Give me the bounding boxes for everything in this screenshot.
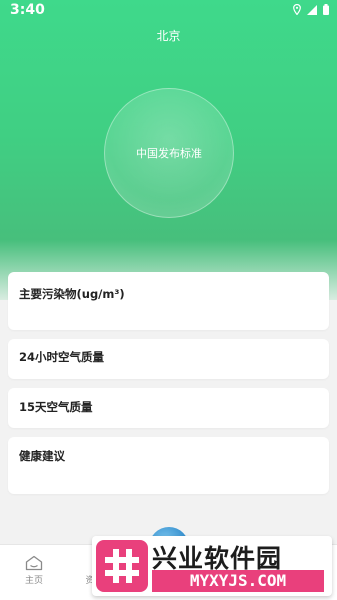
tab-home-label: 主页	[24, 576, 43, 586]
home-icon	[25, 555, 43, 571]
standard-label: 中国发布标准	[136, 147, 202, 160]
status-time: 3:40	[10, 2, 45, 18]
battery-icon	[323, 4, 329, 15]
pollutant-title: 主要污染物(ug/m³)	[19, 287, 125, 301]
watermark-logo	[96, 540, 148, 592]
city-name[interactable]: 北京	[0, 27, 337, 44]
health-title: 健康建议	[19, 449, 65, 463]
pollutant-card[interactable]: 主要污染物(ug/m³)	[8, 272, 329, 330]
status-bar: 3:40	[0, 0, 337, 22]
watermark-url: MYXYJS.COM	[152, 570, 324, 592]
aqi-15d-card[interactable]: 15天空气质量	[8, 388, 329, 428]
signal-icon	[307, 4, 317, 15]
aqi-24h-card[interactable]: 24小时空气质量	[8, 339, 329, 379]
aqi-15d-title: 15天空气质量	[19, 400, 93, 414]
aqi-bubble[interactable]: 中国发布标准	[104, 88, 234, 218]
tab-home[interactable]: 主页	[9, 555, 59, 586]
hash-logo-icon	[105, 549, 139, 583]
health-card[interactable]: 健康建议	[8, 437, 329, 494]
aqi-24h-title: 24小时空气质量	[19, 350, 105, 364]
location-icon	[293, 4, 301, 15]
status-icons	[293, 4, 329, 15]
watermark-badge: 兴业软件园 MYXYJS.COM	[92, 536, 332, 596]
